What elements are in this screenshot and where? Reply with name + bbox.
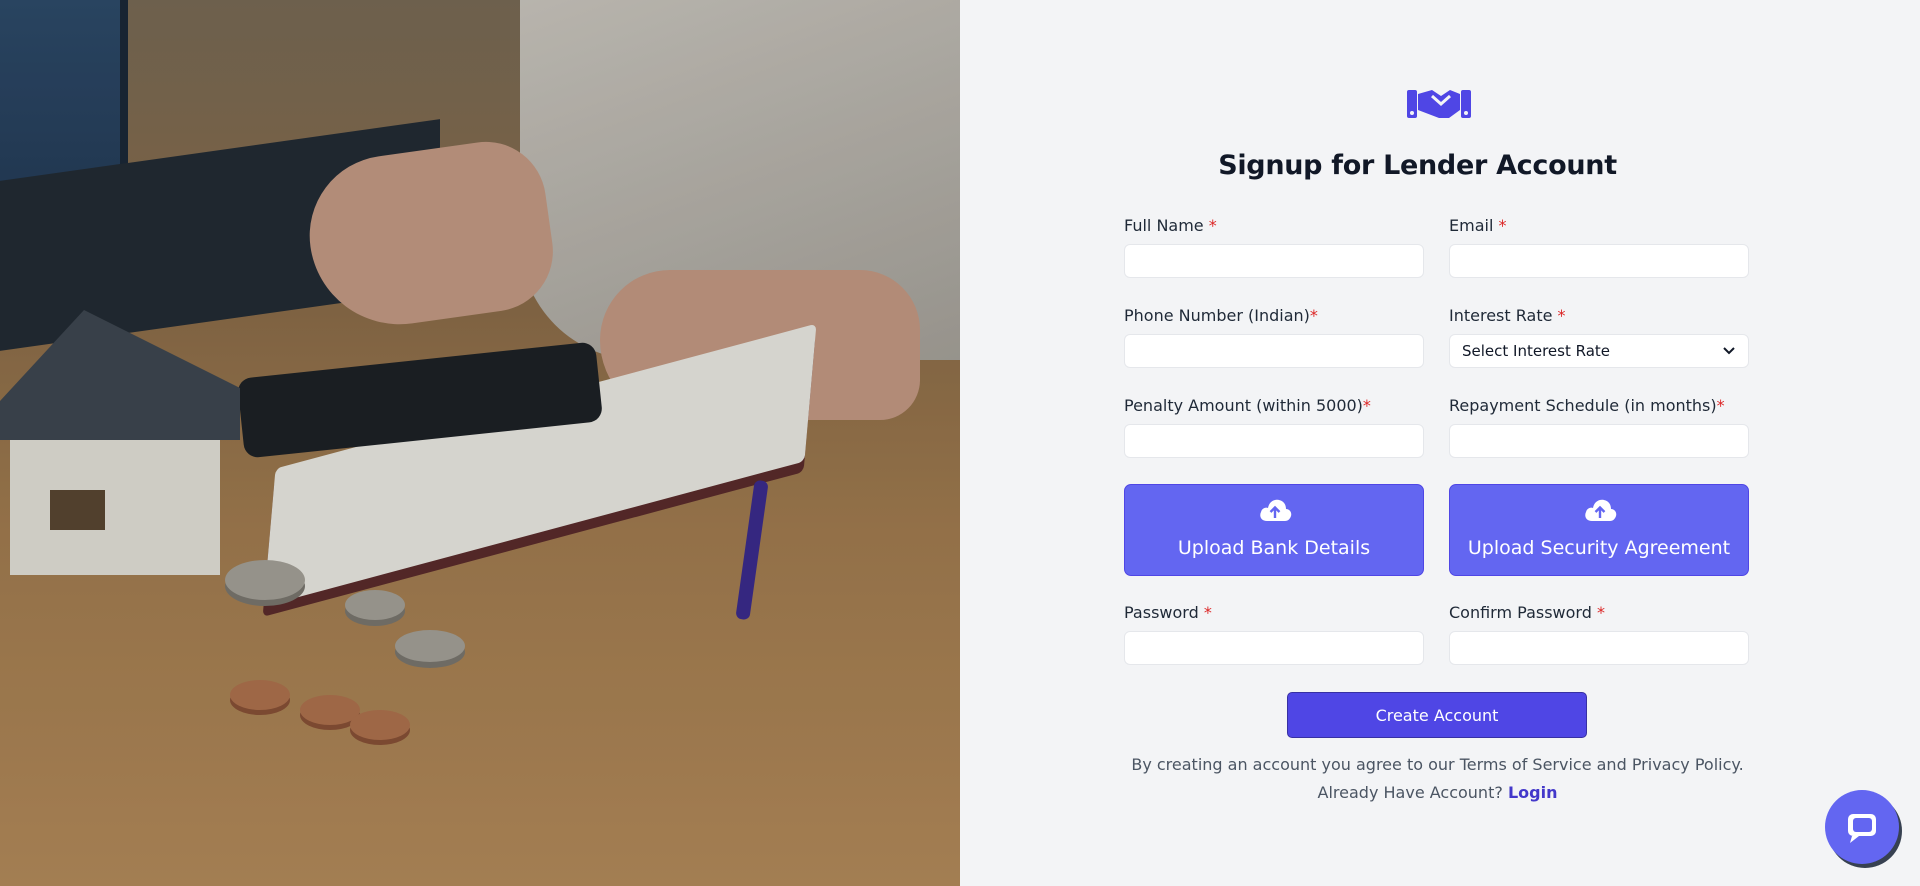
- hero-image: [0, 0, 960, 886]
- cloud-upload-icon: [1585, 499, 1617, 521]
- required-marker: *: [1362, 396, 1371, 415]
- password-label: Password *: [1124, 603, 1212, 622]
- required-marker: *: [1498, 216, 1507, 235]
- label-text: Interest Rate: [1449, 306, 1553, 325]
- label-text: Confirm Password: [1449, 603, 1592, 622]
- interest-rate-select[interactable]: Select Interest Rate: [1449, 334, 1749, 368]
- penalty-input[interactable]: [1124, 424, 1424, 458]
- chat-bubble-icon: [1848, 814, 1876, 843]
- create-account-button[interactable]: Create Account: [1287, 692, 1587, 738]
- upload-label: Upload Security Agreement: [1467, 537, 1731, 559]
- confirm-password-label: Confirm Password *: [1449, 603, 1605, 622]
- label-text: Password: [1124, 603, 1199, 622]
- cloud-upload-icon: [1260, 499, 1292, 521]
- label-text: Email: [1449, 216, 1494, 235]
- interest-rate-label: Interest Rate *: [1449, 306, 1566, 325]
- label-text: Penalty Amount (within 5000): [1124, 396, 1363, 415]
- required-marker: *: [1208, 216, 1217, 235]
- penalty-label: Penalty Amount (within 5000)*: [1124, 396, 1371, 415]
- label-text: Phone Number (Indian): [1124, 306, 1310, 325]
- chat-widget-button[interactable]: [1825, 790, 1899, 864]
- required-marker: *: [1309, 306, 1318, 325]
- confirm-password-input[interactable]: [1449, 631, 1749, 665]
- login-link[interactable]: Login: [1508, 783, 1558, 802]
- required-marker: *: [1716, 396, 1725, 415]
- full-name-input[interactable]: [1124, 244, 1424, 278]
- handshake-icon: [1405, 82, 1473, 122]
- email-input[interactable]: [1449, 244, 1749, 278]
- login-prompt-line: Already Have Account? Login: [960, 783, 1915, 802]
- terms-text: By creating an account you agree to our …: [1131, 755, 1744, 774]
- upload-label: Upload Bank Details: [1177, 537, 1371, 559]
- required-marker: *: [1203, 603, 1212, 622]
- required-marker: *: [1596, 603, 1605, 622]
- phone-input[interactable]: [1124, 334, 1424, 368]
- upload-security-agreement-button[interactable]: Upload Security Agreement: [1449, 484, 1749, 576]
- label-text: Repayment Schedule (in months): [1449, 396, 1717, 415]
- repayment-input[interactable]: [1449, 424, 1749, 458]
- required-marker: *: [1557, 306, 1566, 325]
- label-text: Full Name: [1124, 216, 1204, 235]
- password-input[interactable]: [1124, 631, 1424, 665]
- full-name-label: Full Name *: [1124, 216, 1217, 235]
- chevron-down-icon: [1723, 347, 1735, 355]
- login-prompt: Already Have Account?: [1317, 783, 1503, 802]
- select-value: Select Interest Rate: [1462, 342, 1611, 360]
- page-title: Signup for Lender Account: [1218, 150, 1617, 181]
- hero-overlay: [0, 0, 960, 886]
- upload-bank-details-button[interactable]: Upload Bank Details: [1124, 484, 1424, 576]
- email-label: Email *: [1449, 216, 1506, 235]
- repayment-label: Repayment Schedule (in months)*: [1449, 396, 1725, 415]
- signup-panel: Signup for Lender Account Full Name * Em…: [960, 0, 1920, 886]
- phone-label: Phone Number (Indian)*: [1124, 306, 1318, 325]
